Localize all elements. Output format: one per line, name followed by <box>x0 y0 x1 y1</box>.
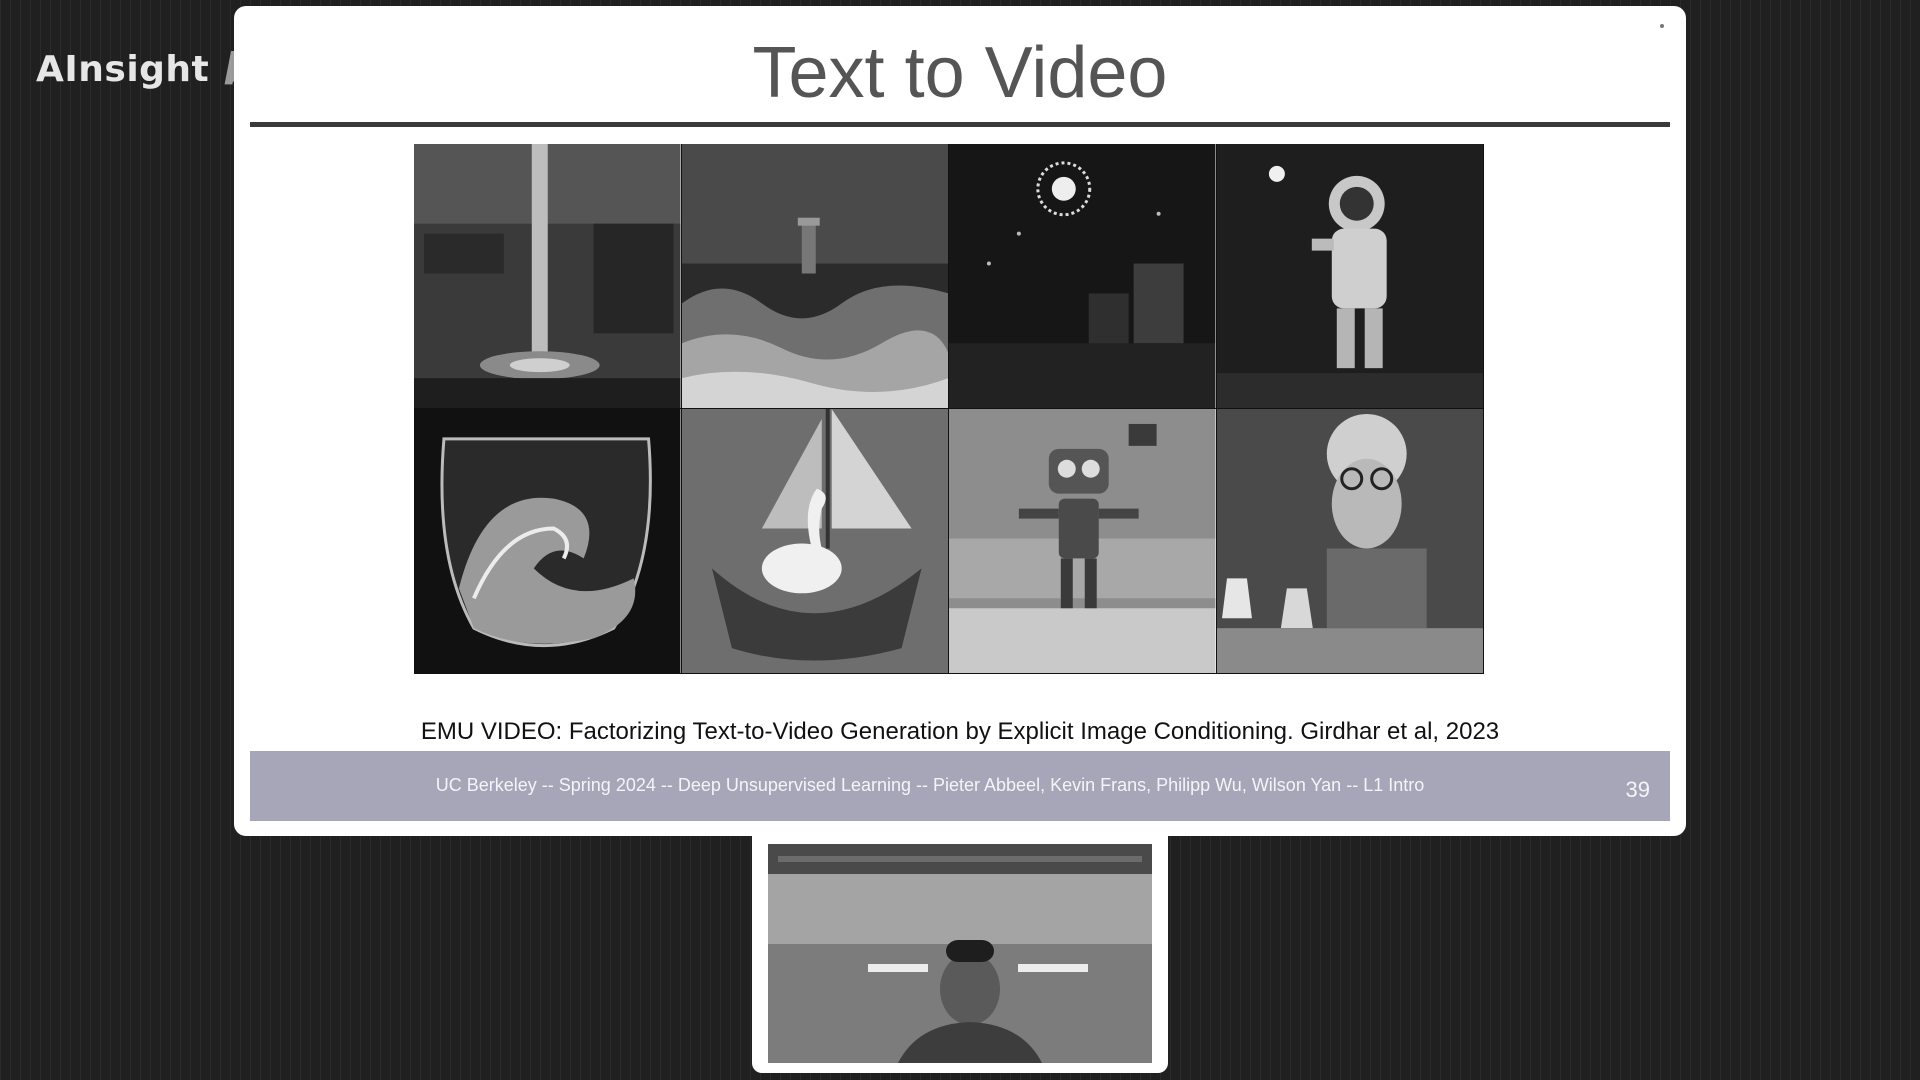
lighthouse-storm-image <box>681 144 949 409</box>
robot-living-room-image <box>949 409 1217 674</box>
slide: Text to Video EMU VIDEO: Factorizing Tex… <box>234 6 1686 836</box>
wave-in-glass-image <box>414 409 682 674</box>
waterfall-machinery-image <box>414 144 682 409</box>
slide-footer: UC Berkeley -- Spring 2024 -- Deep Unsup… <box>250 751 1670 821</box>
paper-citation: EMU VIDEO: Factorizing Text-to-Video Gen… <box>420 718 1500 745</box>
fireworks-city-image <box>949 144 1217 409</box>
astronaut-sparkler-image <box>1216 144 1484 409</box>
webcam-panel <box>752 836 1168 1073</box>
swan-sailboat-image <box>681 409 949 674</box>
presenter-video-feed <box>768 844 1152 1063</box>
slide-title: Text to Video <box>752 33 1168 113</box>
image-grid <box>414 144 1484 674</box>
title-divider <box>250 122 1670 127</box>
sheep-scientist-image <box>1216 409 1484 674</box>
brand-text: AInsight <box>36 49 210 90</box>
footer-course-text: UC Berkeley -- Spring 2024 -- Deep Unsup… <box>435 775 1425 795</box>
slide-page-number: 39 <box>1625 777 1650 802</box>
corner-dot <box>1660 24 1664 28</box>
